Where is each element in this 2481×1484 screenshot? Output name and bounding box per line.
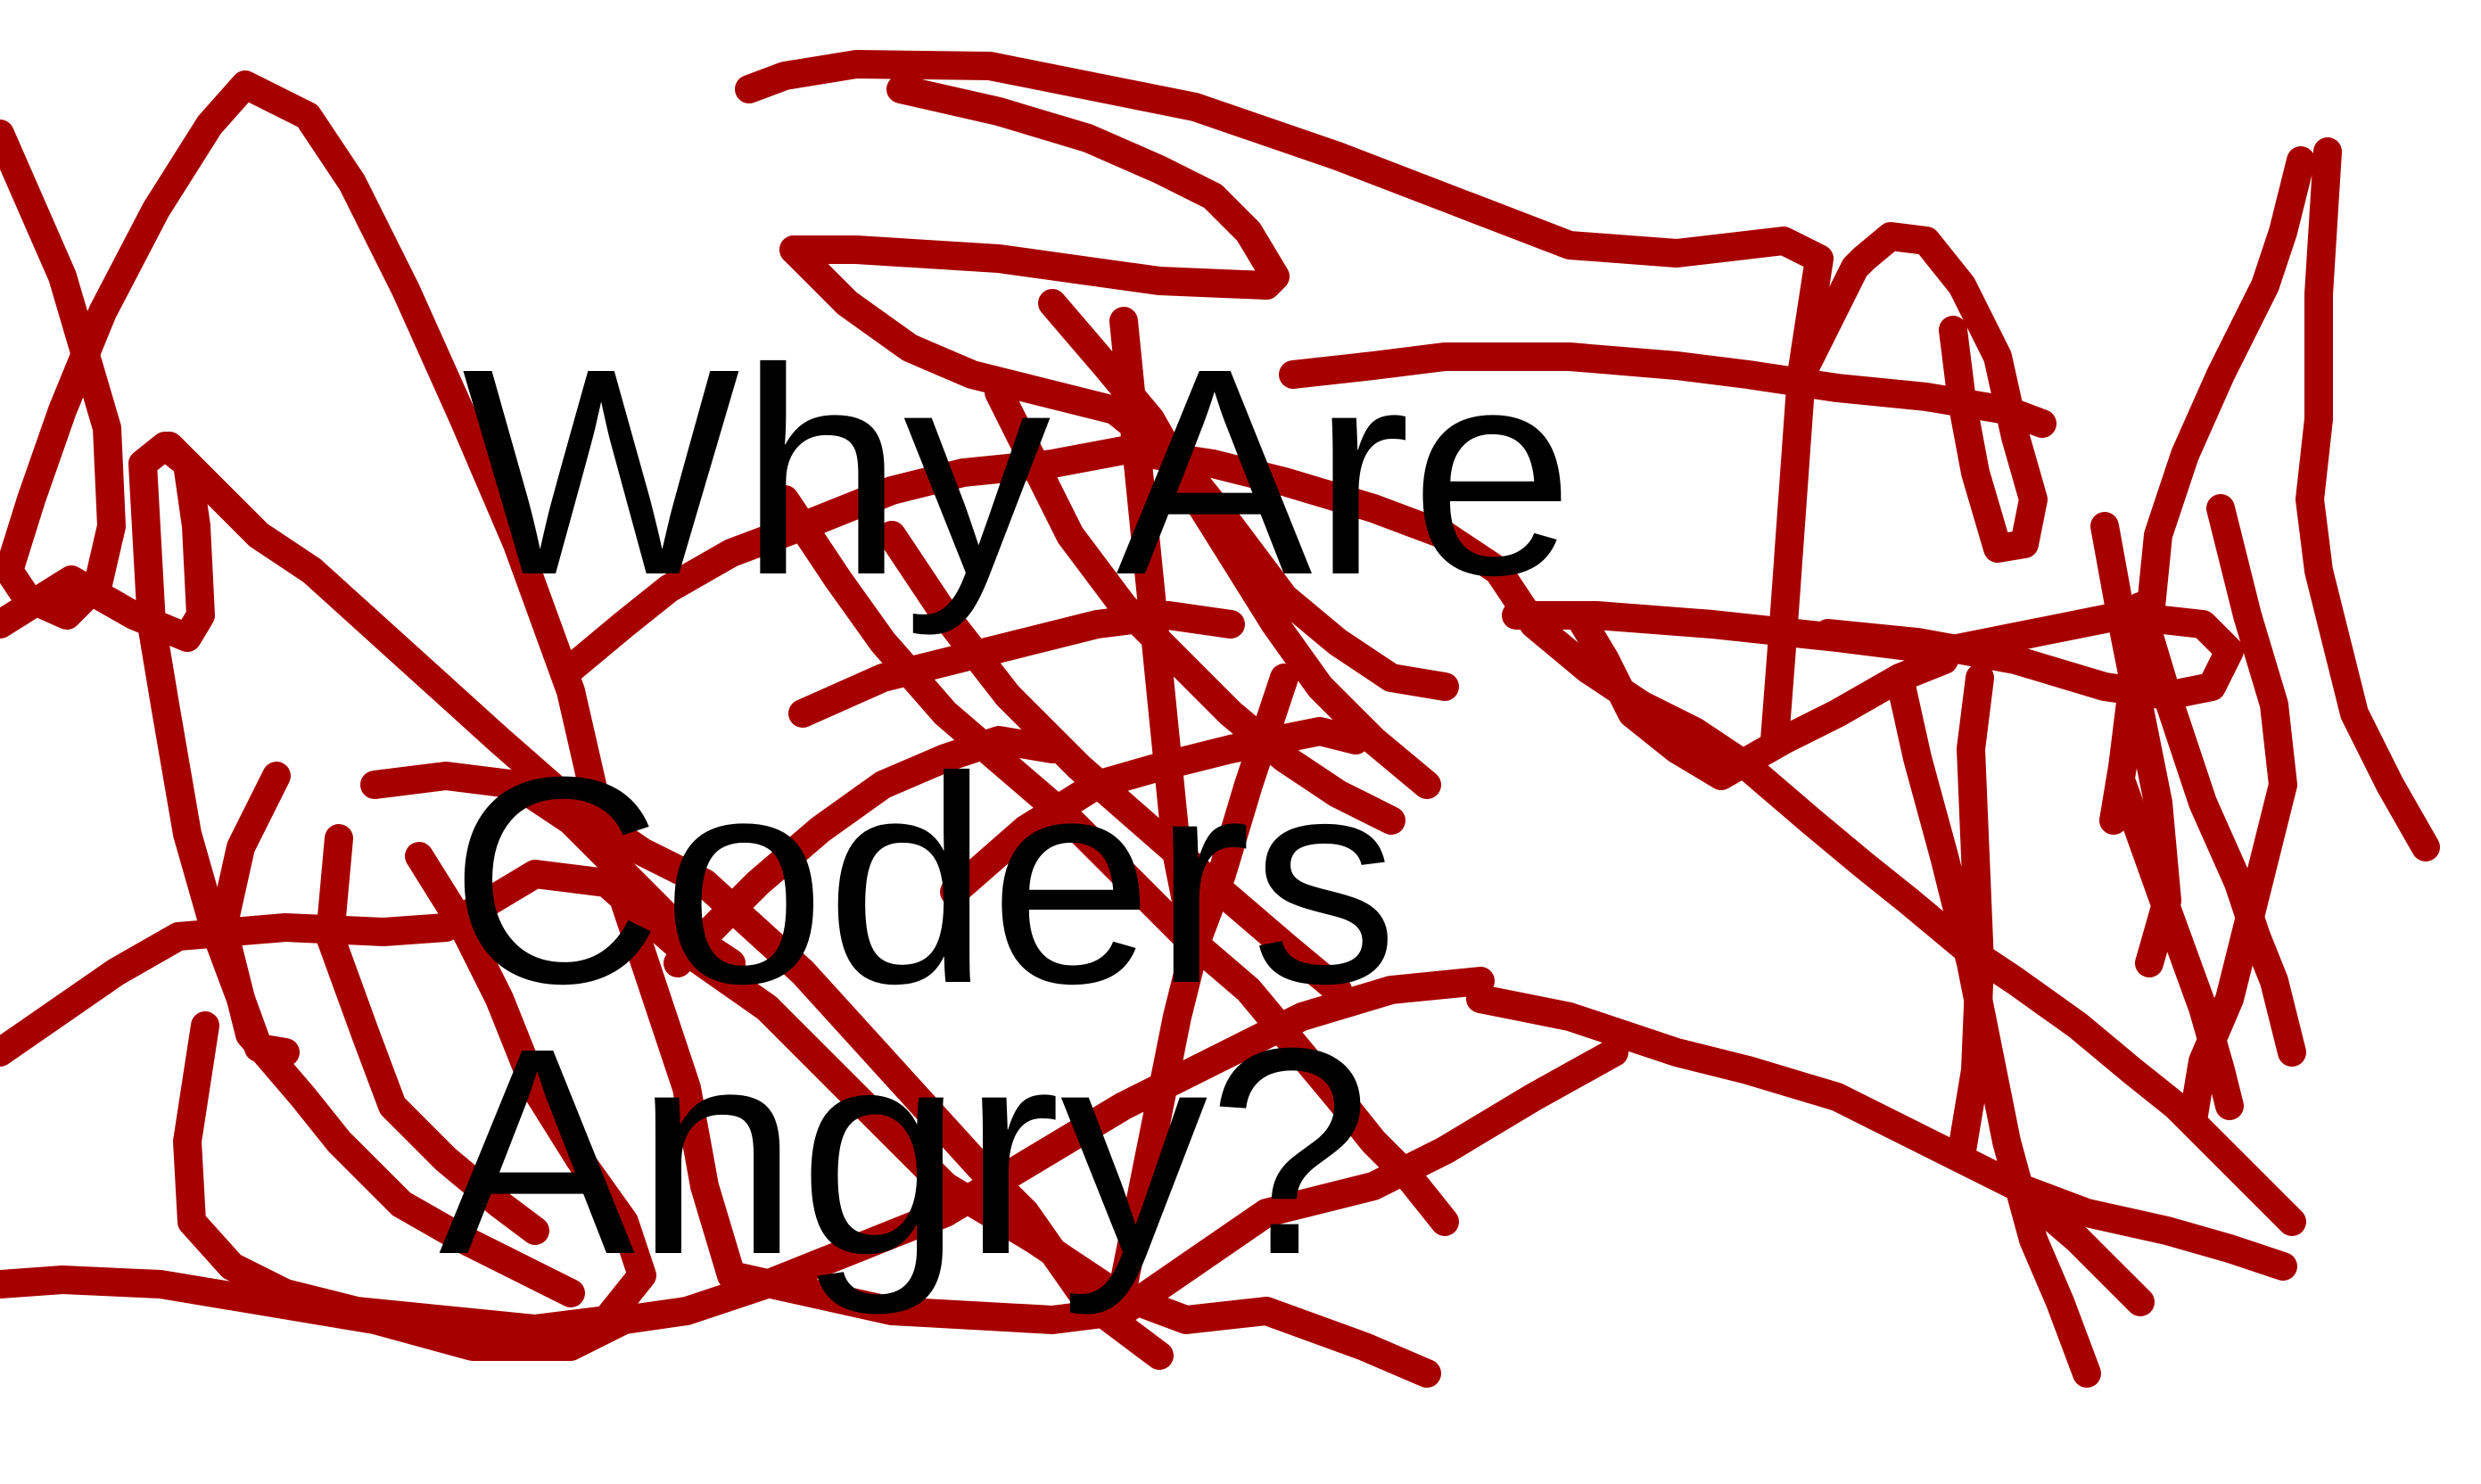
headline-line-2: Coders: [449, 715, 1398, 1044]
headline-line-1: Why Are: [462, 307, 1575, 636]
scribble-stroke: [1948, 664, 1994, 1165]
scribble-stroke: [2296, 137, 2440, 862]
headline-line-3: Angry?: [439, 986, 1372, 1315]
